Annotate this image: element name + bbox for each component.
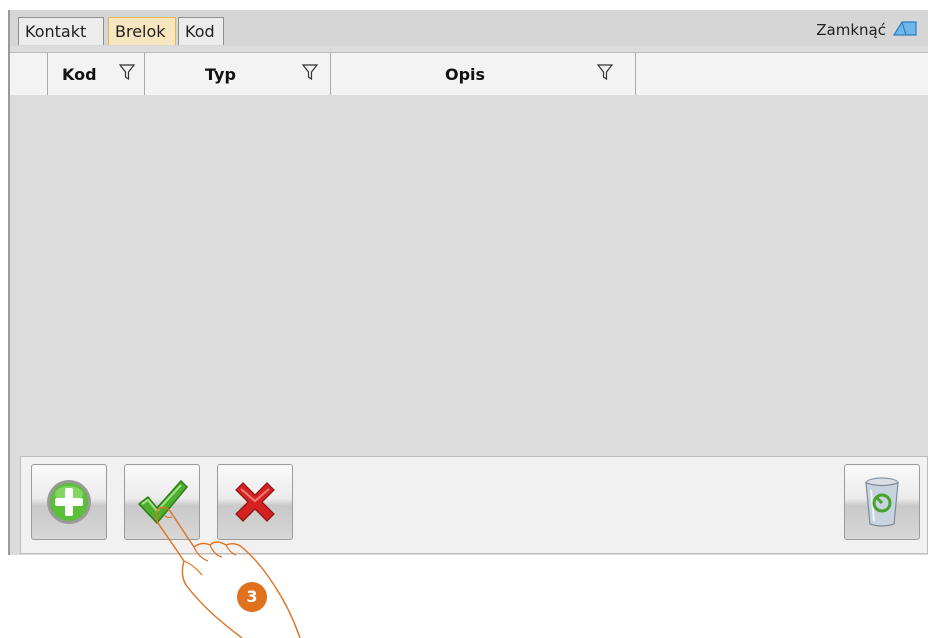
- column-kod-label: Kod: [62, 65, 97, 84]
- filter-icon[interactable]: [118, 63, 136, 81]
- cancel-button[interactable]: [217, 464, 293, 540]
- column-opis[interactable]: Opis: [331, 53, 636, 95]
- add-button[interactable]: [31, 464, 107, 540]
- bottom-toolbar: [20, 456, 928, 554]
- x-icon: [235, 482, 275, 522]
- close-button[interactable]: Zamknąć: [816, 19, 918, 41]
- grid-header: Kod Typ Opis: [10, 52, 928, 96]
- column-kod[interactable]: Kod: [48, 53, 145, 95]
- confirm-button[interactable]: [124, 464, 200, 540]
- tab-kontakt[interactable]: Kontakt: [18, 17, 104, 45]
- tab-kod[interactable]: Kod: [178, 17, 224, 45]
- empty-column-header: [636, 53, 928, 95]
- column-opis-label: Opis: [445, 65, 486, 84]
- column-typ-label: Typ: [205, 65, 236, 84]
- trash-bin-icon: [865, 477, 899, 527]
- filter-icon[interactable]: [301, 63, 319, 81]
- plus-circle-icon: [47, 480, 91, 524]
- checkmark-icon: [137, 479, 189, 525]
- close-label: Zamknąć: [816, 21, 886, 39]
- delete-button[interactable]: [844, 464, 920, 540]
- row-selector-header: [10, 53, 48, 95]
- grid-body: [10, 95, 928, 455]
- key-fob-window: Kontakt Brelok Kod Zamknąć Kod Typ Opis: [8, 10, 928, 555]
- column-typ[interactable]: Typ: [145, 53, 331, 95]
- tab-brelok[interactable]: Brelok: [108, 17, 176, 45]
- filter-icon[interactable]: [596, 63, 614, 81]
- tab-strip: Kontakt Brelok Kod Zamknąć: [10, 10, 928, 46]
- door-close-icon: [892, 19, 918, 41]
- step-number-badge: 3: [237, 582, 267, 612]
